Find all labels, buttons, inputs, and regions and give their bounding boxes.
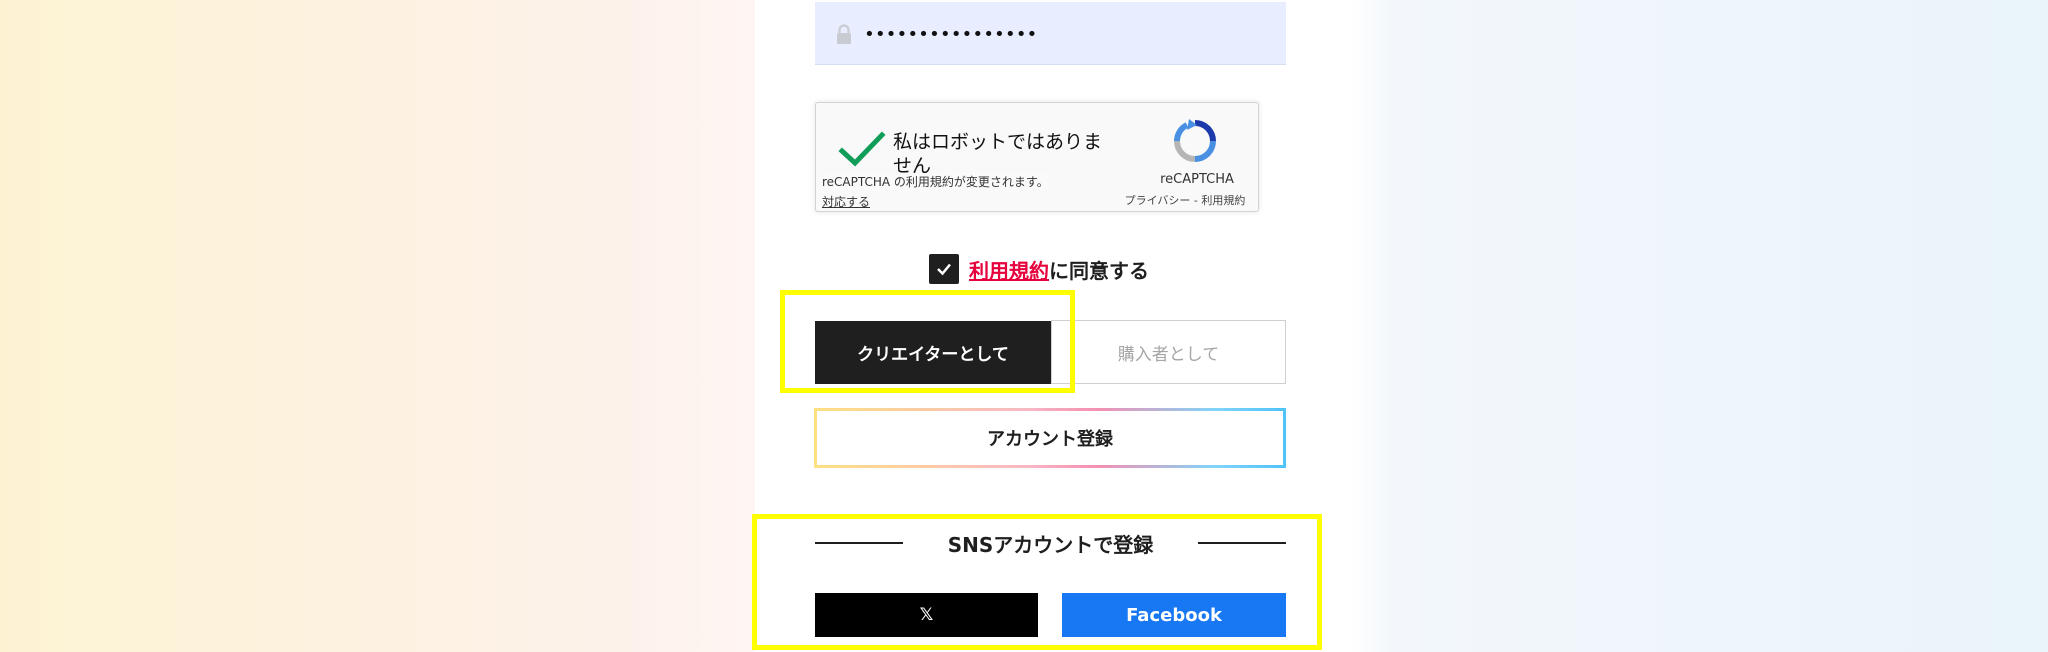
recaptcha-brand: reCAPTCHA	[1160, 172, 1234, 187]
recaptcha-terms-notice: reCAPTCHA の利用規約が変更されます。	[822, 173, 1049, 190]
recaptcha-widget: 私はロボットではありません reCAPTCHA の利用規約が変更されます。 対応…	[815, 102, 1259, 212]
divider	[815, 542, 903, 544]
password-field[interactable]	[815, 2, 1286, 65]
recaptcha-privacy-terms-links[interactable]: プライバシー - 利用規約	[1112, 192, 1258, 208]
terms-agreement: 利用規約 に同意する	[929, 254, 1149, 284]
x-logo-icon: 𝕏	[919, 605, 934, 625]
divider	[1198, 542, 1286, 544]
account-register-label: アカウント登録	[817, 411, 1283, 465]
recaptcha-label: 私はロボットではありません	[893, 131, 1103, 177]
recaptcha-terms-action-link[interactable]: 対応する	[822, 193, 870, 210]
terms-agreement-checkbox[interactable]	[929, 254, 959, 284]
x-signup-button[interactable]: 𝕏	[815, 593, 1038, 637]
terms-agreement-text: に同意する	[1049, 258, 1149, 283]
sns-title-text: SNSアカウントで登録	[947, 532, 1154, 557]
facebook-signup-button[interactable]: Facebook	[1062, 593, 1286, 637]
checkmark-icon	[937, 263, 951, 276]
recaptcha-checkmark-icon[interactable]	[838, 129, 886, 169]
buyer-option-button[interactable]: 購入者として	[1051, 320, 1286, 384]
password-input[interactable]	[862, 14, 1256, 54]
recaptcha-logo-icon	[1174, 119, 1216, 162]
account-register-button[interactable]: アカウント登録	[814, 408, 1286, 468]
creator-option-button[interactable]: クリエイターとして	[815, 321, 1051, 384]
sns-section-title: SNSアカウントで登録	[815, 528, 1286, 558]
terms-link[interactable]: 利用規約	[969, 255, 1049, 284]
lock-icon	[837, 24, 851, 44]
